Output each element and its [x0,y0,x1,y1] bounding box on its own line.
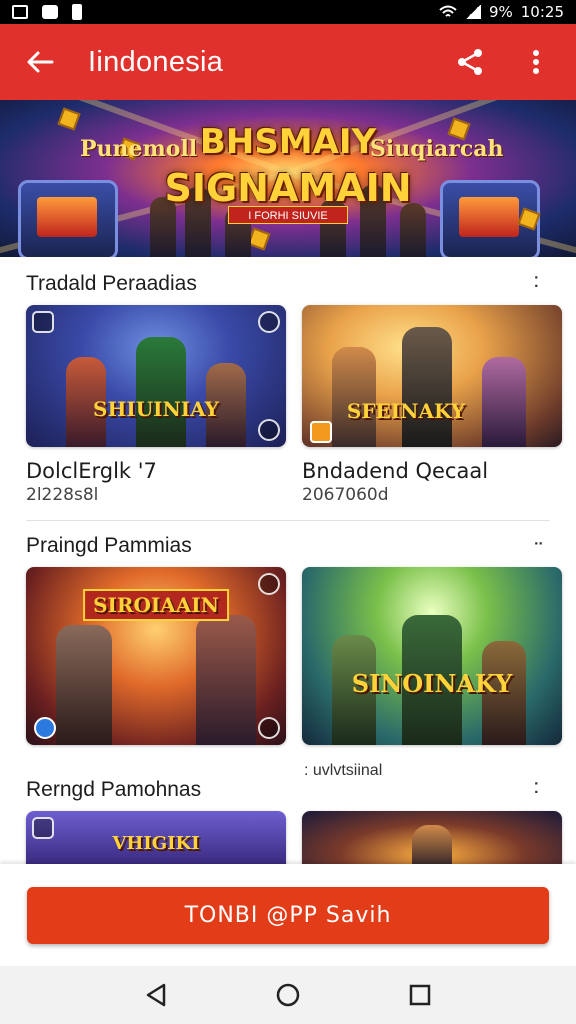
battery-text: 9% [488,3,513,21]
app-icon [42,5,58,19]
card-logo: SFEINAKY [346,399,466,423]
status-left-icons [12,4,82,20]
page-title: Iindonesia [88,45,224,78]
section-title: Rerngd Pamohnas [26,778,202,801]
more-dots-icon[interactable]: ⠅ [533,274,545,292]
overflow-menu-icon[interactable] [514,40,558,84]
share-icon[interactable] [448,40,492,84]
card-badge-icon [310,421,332,443]
nav-home-icon[interactable] [268,975,308,1015]
card-badge-icon [32,817,54,839]
item-subtitle: 2l228s8l [26,485,99,505]
game-card[interactable]: SIROIAAIN [26,567,286,745]
card-badge-icon [258,311,280,333]
sim-icon [72,4,82,20]
section-title: Tradald Peraadias [26,272,197,295]
card-badge-icon [258,419,280,441]
game-card[interactable]: SHIUINIAY [26,305,286,447]
item-title: DolclErglk '7 [26,459,157,483]
section-title: Praingd Pammias [26,534,192,557]
cta-button[interactable]: TONBI @PP Savih [27,887,549,944]
more-dots-icon[interactable]: ⠅ [533,780,545,798]
card-logo: SINOINAKY [351,669,513,698]
game-card[interactable]: VHIGIKI [26,811,286,865]
clock: 10:25 [520,3,564,21]
card-badge-icon [34,717,56,739]
game-card[interactable]: SINOINAKY [302,567,562,745]
hero-title-line2: SIGNAMAIN [164,166,412,210]
card-badge-icon [258,573,280,595]
wifi-icon [439,5,457,17]
card-logo: SIROIAAIN [83,589,229,621]
card-logo: VHIGIKI [112,833,200,854]
status-bar: 9% 10:25 [0,0,576,24]
item-subtitle: 2067060d [302,485,389,505]
nav-back-icon[interactable] [136,975,176,1015]
back-arrow-icon[interactable] [18,40,62,84]
item-title: Bndadend Qecaal [302,459,489,483]
status-right: 9% 10:25 [439,3,564,21]
card-badge-icon [258,717,280,739]
nav-recents-icon[interactable] [400,975,440,1015]
system-nav-bar [0,966,576,1024]
image-icon [12,5,28,19]
cta-container: TONBI @PP Savih [0,864,576,966]
divider [26,520,550,521]
card-badge-icon [32,311,54,333]
more-dots-icon[interactable]: ⠒ [533,536,545,554]
game-card[interactable] [302,811,562,865]
small-label: : uvlvtsiinal [304,762,383,779]
hero-ribbon: I FORHI SIUVIE [228,206,348,224]
hero-side-text-right: Siuqiarcah [370,136,504,162]
game-card[interactable]: SFEINAKY [302,305,562,447]
app-bar: Iindonesia [0,24,576,100]
hero-character [400,203,426,257]
hero-banner[interactable]: Punemoll BHSMAIY Siuqiarcah SIGNAMAIN I … [0,100,576,257]
card-logo: SHIUINIAY [93,397,219,421]
signal-icon [464,5,481,19]
